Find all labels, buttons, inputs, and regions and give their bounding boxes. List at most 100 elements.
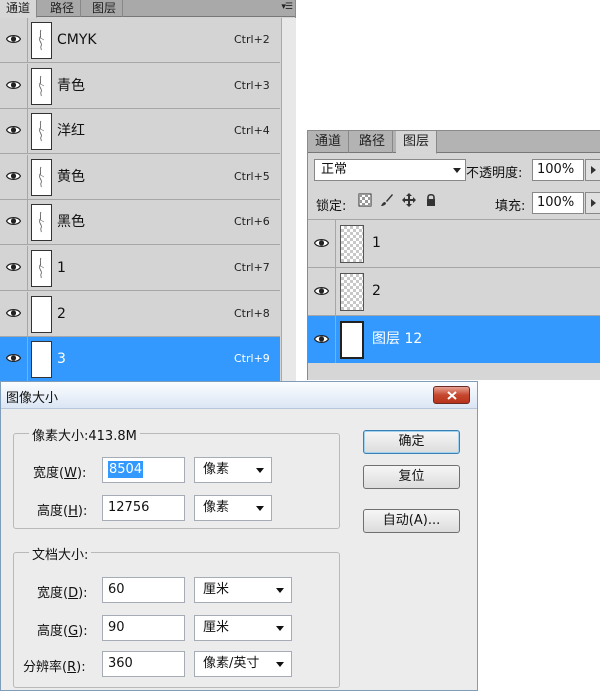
channel-row[interactable]: 1 Ctrl+7	[0, 246, 280, 291]
eye-icon[interactable]	[6, 80, 21, 90]
fill-label: 填充:	[495, 199, 526, 214]
channel-name: 青色	[57, 77, 85, 94]
pixel-width-label: 宽度(W):	[33, 466, 87, 481]
eye-icon[interactable]	[314, 286, 329, 296]
pixel-height-unit-select[interactable]: 像素	[194, 495, 272, 521]
channel-row[interactable]: 3 Ctrl+9	[0, 337, 280, 383]
chevron-down-icon	[276, 588, 284, 593]
blend-mode-select[interactable]: 正常	[314, 159, 466, 181]
channel-row[interactable]: 黄色 Ctrl+5	[0, 154, 280, 200]
channel-thumbnail	[31, 67, 52, 105]
channel-sketch-icon	[38, 257, 45, 279]
channel-thumbnail	[31, 204, 52, 242]
channel-thumbnail	[31, 22, 52, 59]
channel-row[interactable]: CMYK Ctrl+2	[0, 18, 280, 63]
channel-thumbnail	[31, 113, 52, 151]
ok-button[interactable]: 确定	[363, 430, 460, 454]
image-size-dialog: 图像大小 像素大小:413.8M 宽度(W): 8504 像素 高度(H): 1…	[0, 381, 478, 691]
tab-channels[interactable]: 通道	[0, 0, 38, 18]
eye-icon[interactable]	[314, 334, 329, 344]
visibility-toggle[interactable]	[0, 337, 28, 382]
doc-width-unit-select[interactable]: 厘米	[194, 577, 292, 603]
fill-slider-button[interactable]	[585, 192, 600, 214]
layer-name: 图层 12	[372, 331, 423, 347]
visibility-toggle[interactable]	[0, 200, 28, 245]
channel-name: 1	[57, 260, 66, 276]
dialog-titlebar[interactable]: 图像大小	[1, 382, 477, 409]
channel-shortcut: Ctrl+6	[234, 215, 270, 229]
lock-label: 锁定:	[316, 199, 347, 214]
visibility-toggle[interactable]	[0, 63, 28, 108]
visibility-toggle[interactable]	[0, 246, 28, 290]
layer-row[interactable]: 1	[308, 219, 600, 267]
channel-row[interactable]: 洋红 Ctrl+4	[0, 109, 280, 155]
close-button[interactable]	[433, 386, 470, 404]
doc-height-label: 高度(G):	[37, 624, 88, 639]
channels-scrollbar[interactable]	[281, 18, 296, 383]
chevron-down-icon	[256, 506, 264, 511]
reset-button[interactable]: 复位	[363, 465, 460, 489]
visibility-toggle[interactable]	[308, 316, 336, 363]
eye-icon[interactable]	[6, 262, 21, 272]
channel-row[interactable]: 青色 Ctrl+3	[0, 63, 280, 109]
visibility-toggle[interactable]	[308, 268, 336, 315]
doc-width-input[interactable]: 60	[102, 577, 185, 603]
eye-icon[interactable]	[6, 34, 21, 44]
auto-button[interactable]: 自动(A)...	[363, 509, 460, 533]
tab-paths[interactable]: 路径	[44, 0, 82, 17]
channels-tab-bar: 通道 路径 图层 ▾☰	[0, 0, 295, 18]
visibility-toggle[interactable]	[0, 18, 28, 62]
visibility-toggle[interactable]	[0, 154, 28, 199]
channel-name: 3	[57, 351, 66, 368]
doc-height-input[interactable]: 90	[102, 615, 185, 641]
channel-name: 洋红	[57, 123, 85, 140]
layers-tab-bar: 通道 路径 图层	[308, 131, 600, 154]
lock-transparency-icon[interactable]	[358, 193, 372, 207]
pixel-width-input[interactable]: 8504	[102, 457, 185, 483]
layer-name: 2	[372, 283, 381, 299]
channels-panel: 通道 路径 图层 ▾☰ CMYK Ctrl+2 青色 Ctrl+3 洋红 Ctrl+4 黄色…	[0, 0, 296, 383]
resolution-input[interactable]: 360	[102, 651, 185, 677]
eye-icon[interactable]	[6, 308, 21, 318]
eye-icon[interactable]	[6, 171, 21, 181]
tab-paths[interactable]: 路径	[352, 131, 394, 153]
eye-icon[interactable]	[6, 353, 21, 363]
eye-icon[interactable]	[314, 238, 329, 248]
channel-row[interactable]: 2 Ctrl+8	[0, 291, 280, 337]
eye-icon[interactable]	[6, 125, 21, 135]
layer-row[interactable]: 图层 12	[308, 315, 600, 363]
panel-menu-icon[interactable]: ▾☰	[281, 0, 293, 15]
lock-pixels-brush-icon[interactable]	[380, 193, 394, 207]
opacity-slider-button[interactable]	[585, 159, 600, 181]
lock-position-move-icon[interactable]	[402, 193, 416, 207]
visibility-toggle[interactable]	[0, 109, 28, 154]
channel-row[interactable]: 黑色 Ctrl+6	[0, 200, 280, 246]
layer-name: 1	[372, 235, 381, 251]
layer-row[interactable]: 2	[308, 267, 600, 315]
opacity-label: 不透明度:	[466, 166, 523, 181]
channel-thumbnail	[31, 250, 52, 287]
pixel-height-input[interactable]: 12756	[102, 495, 185, 521]
tab-channels[interactable]: 通道	[308, 131, 350, 153]
channel-shortcut: Ctrl+8	[234, 306, 270, 320]
document-size-legend: 文档大小:	[29, 544, 92, 563]
channel-thumbnail	[31, 158, 52, 196]
chevron-down-icon	[453, 168, 461, 173]
resolution-label: 分辨率(R):	[23, 660, 86, 675]
channel-shortcut: Ctrl+4	[234, 124, 270, 138]
doc-height-unit-select[interactable]: 厘米	[194, 615, 292, 641]
channel-name: 黑色	[57, 214, 85, 231]
fill-input[interactable]: 100%	[532, 192, 584, 214]
resolution-unit-select[interactable]: 像素/英寸	[194, 651, 292, 677]
visibility-toggle[interactable]	[308, 220, 336, 267]
lock-all-icon[interactable]	[424, 193, 438, 207]
eye-icon[interactable]	[6, 216, 21, 226]
opacity-input[interactable]: 100%	[532, 159, 584, 181]
visibility-toggle[interactable]	[0, 291, 28, 336]
pixel-width-unit-select[interactable]: 像素	[194, 457, 272, 483]
tab-layers[interactable]: 图层	[396, 131, 438, 154]
pixel-dimensions-legend: 像素大小:413.8M	[29, 425, 140, 444]
tab-layers[interactable]: 图层	[86, 0, 124, 17]
channel-shortcut: Ctrl+2	[234, 33, 270, 46]
channel-sketch-icon	[38, 120, 45, 142]
